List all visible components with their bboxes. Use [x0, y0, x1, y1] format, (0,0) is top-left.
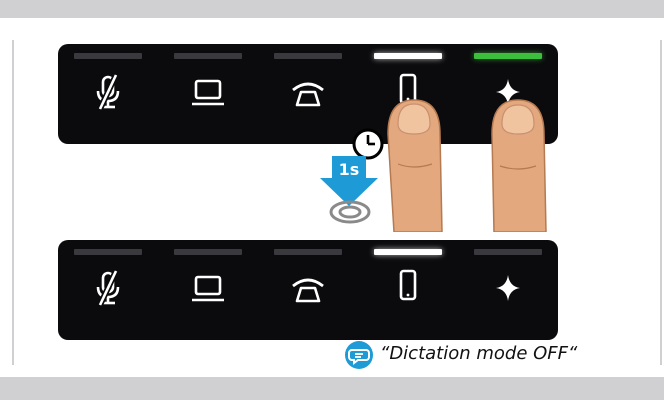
caption-text: “Dictation mode OFF“: [380, 343, 578, 364]
laptop-button[interactable]: [168, 240, 248, 340]
sparkle-led: [474, 53, 542, 59]
mic-mute-icon: [96, 73, 120, 111]
mobile-button[interactable]: [368, 240, 448, 340]
phone-handset-icon: [292, 82, 324, 107]
mobile-led: [374, 249, 442, 255]
smartphone-icon: [399, 269, 417, 301]
laptop-icon: [192, 275, 224, 302]
phone-handset-icon: [292, 278, 324, 303]
long-press-indicator: 1s: [320, 128, 384, 224]
right-frame-line: [660, 40, 662, 365]
mute-button[interactable]: [68, 240, 148, 340]
mute-led: [74, 53, 142, 59]
speech-bubble-icon: [345, 341, 373, 369]
control-panel-after: [58, 240, 558, 340]
laptop-icon: [192, 79, 224, 106]
mute-led: [74, 249, 142, 255]
control-panel-before: [58, 44, 558, 144]
mute-button[interactable]: [68, 44, 148, 144]
bottom-band: [0, 377, 664, 400]
left-frame-line: [12, 40, 14, 365]
finger-right-icon: [491, 99, 547, 232]
sparkle-icon: [496, 275, 520, 301]
laptop-button[interactable]: [168, 44, 248, 144]
top-band: [0, 0, 664, 18]
phone-led: [274, 249, 342, 255]
sparkle-button[interactable]: [468, 240, 548, 340]
mobile-led: [374, 53, 442, 59]
laptop-led: [174, 249, 242, 255]
mic-mute-icon: [96, 269, 120, 307]
phone-led: [274, 53, 342, 59]
phone-button[interactable]: [268, 240, 348, 340]
sparkle-led: [474, 249, 542, 255]
laptop-led: [174, 53, 242, 59]
timer-label: 1s: [339, 160, 360, 179]
clock-icon: [352, 128, 384, 160]
